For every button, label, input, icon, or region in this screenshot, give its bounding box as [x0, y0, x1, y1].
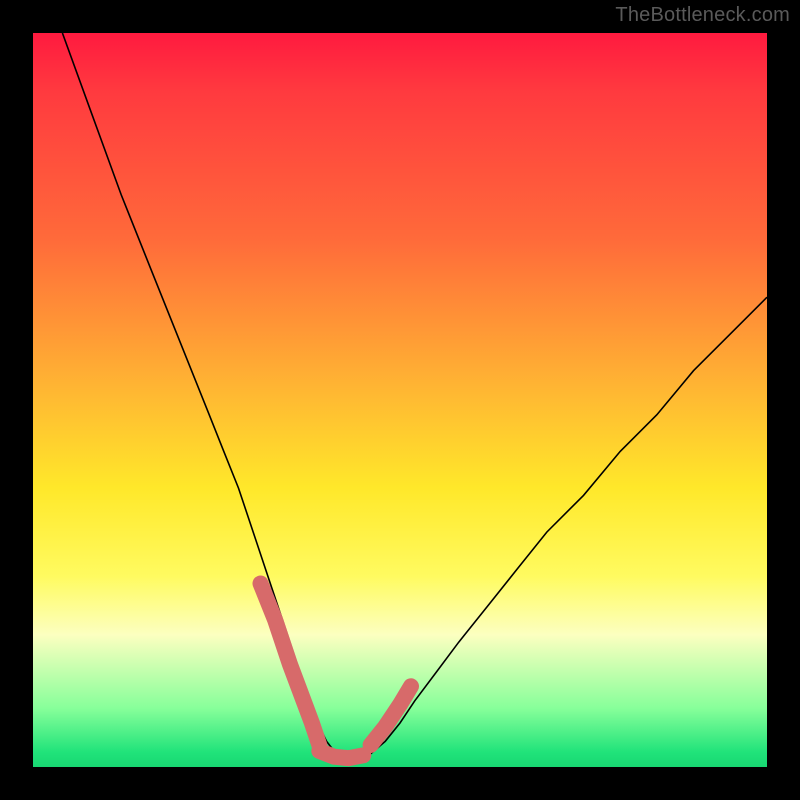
curve-svg [33, 33, 767, 767]
bumps-floor [319, 751, 363, 758]
stage: TheBottleneck.com [0, 0, 800, 800]
attribution-watermark: TheBottleneck.com [615, 4, 790, 27]
bumps-left [261, 584, 320, 746]
main-curve [62, 33, 767, 760]
plot-area [33, 33, 767, 767]
